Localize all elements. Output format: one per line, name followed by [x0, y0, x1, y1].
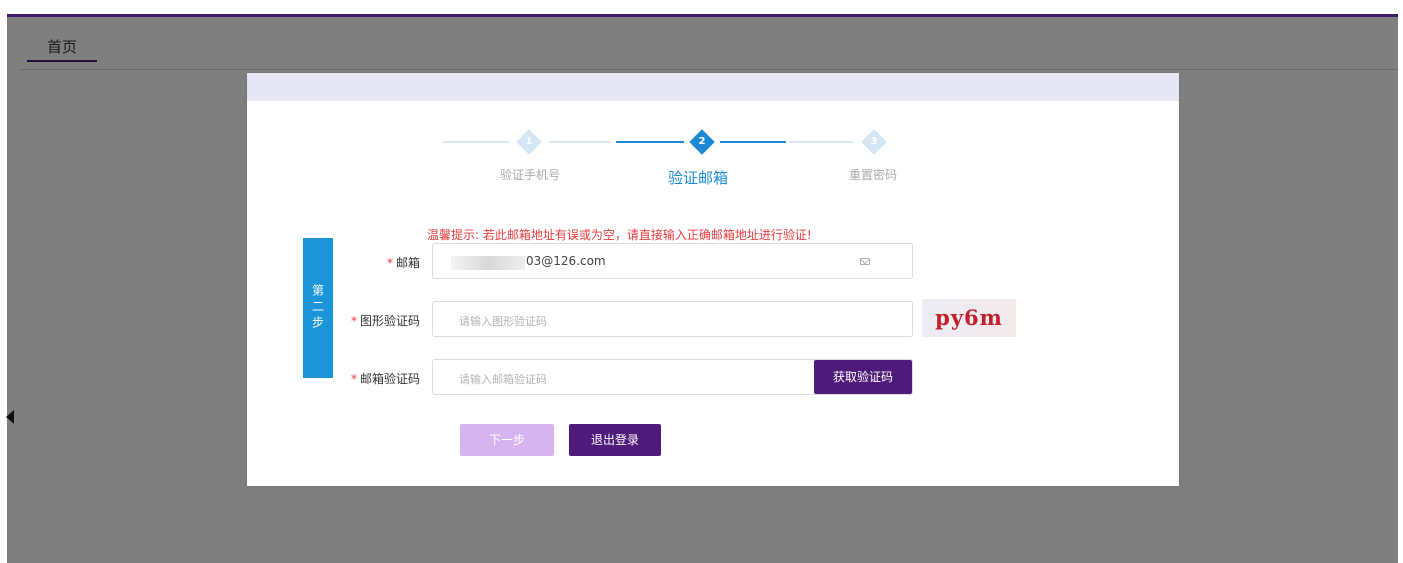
- required-mark: *: [350, 314, 357, 328]
- reset-password-modal: [247, 73, 1179, 486]
- app-page: 首页 1 2 3 验证手机号 验证邮箱 重置密码 温馨提示: 若此邮箱地址有误或…: [0, 0, 1403, 563]
- step-2-number: 2: [698, 136, 706, 147]
- step-3-marker: 3: [861, 129, 887, 155]
- step-3-number: 3: [870, 136, 878, 147]
- step-1-number: 1: [525, 136, 533, 147]
- captcha-input[interactable]: 请输入图形验证码: [432, 301, 913, 337]
- required-mark: *: [386, 256, 393, 270]
- collapse-arrow-icon[interactable]: [6, 410, 14, 424]
- step-tag-text: 第二步: [310, 284, 325, 332]
- step-1-marker: 1: [516, 129, 542, 155]
- warning-hint: 温馨提示: 若此邮箱地址有误或为空，请直接输入正确邮箱地址进行验证!: [427, 228, 812, 242]
- step-line: [616, 141, 684, 143]
- email-label: * 邮箱: [370, 254, 420, 271]
- redacted-block: [451, 256, 525, 270]
- modal-header: [247, 73, 1179, 101]
- step-2-marker: 2: [689, 129, 715, 155]
- email-code-placeholder: 请输入邮箱验证码: [459, 373, 547, 386]
- step-line: [720, 141, 786, 143]
- next-step-button[interactable]: 下一步: [460, 424, 554, 456]
- captcha-image[interactable]: py6m: [922, 299, 1016, 337]
- step-line: [789, 141, 853, 143]
- required-mark: *: [350, 372, 357, 386]
- step-1-label: 验证手机号: [500, 168, 561, 182]
- logout-button[interactable]: 退出登录: [569, 424, 661, 456]
- step-line: [549, 141, 611, 143]
- email-value: 03@126.com: [526, 254, 606, 268]
- captcha-placeholder: 请输入图形验证码: [459, 315, 547, 328]
- captcha-label-text: 图形验证码: [359, 314, 420, 328]
- step-line: [443, 141, 509, 143]
- email-code-label: * 邮箱验证码: [340, 370, 420, 387]
- get-code-button[interactable]: 获取验证码: [814, 360, 912, 394]
- email-field[interactable]: 03@126.com: [432, 243, 913, 279]
- captcha-label: * 图形验证码: [340, 312, 420, 329]
- step-3-label: 重置密码: [849, 168, 898, 182]
- email-code-label-text: 邮箱验证码: [359, 372, 420, 386]
- step-tag: 第二步: [303, 238, 333, 378]
- step-2-label: 验证邮箱: [668, 169, 729, 187]
- mail-icon: [860, 258, 870, 265]
- top-bar: [7, 10, 1398, 17]
- email-label-text: 邮箱: [395, 256, 420, 270]
